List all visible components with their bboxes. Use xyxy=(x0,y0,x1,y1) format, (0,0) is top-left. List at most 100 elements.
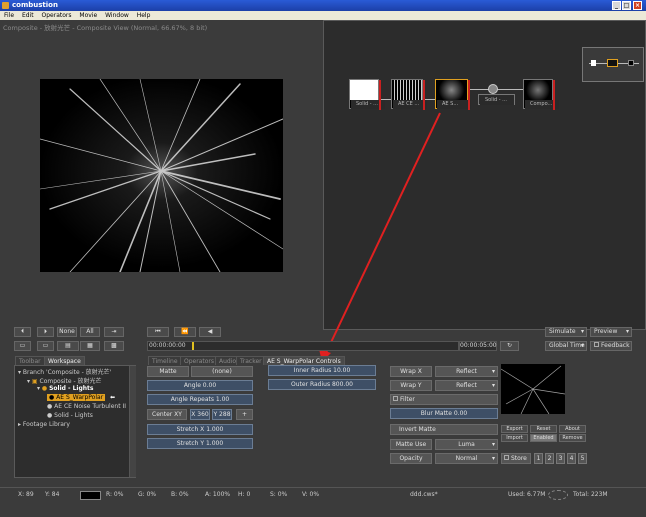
preview-dropdown[interactable]: Preview xyxy=(590,327,632,337)
play-back-button[interactable]: ◀ xyxy=(199,327,221,337)
wrap-y-dropdown[interactable]: Reflect xyxy=(435,380,498,391)
node-ae-s-warppolar[interactable]: AE S... xyxy=(435,79,471,110)
window-title: combustion xyxy=(12,1,58,9)
status-v: V: 0% xyxy=(302,491,320,498)
tree-branch[interactable]: ▾ Branch 'Composite - 放射光芒' xyxy=(18,367,111,376)
view2-button[interactable]: ▭ xyxy=(37,341,54,351)
view-button[interactable]: ▭ xyxy=(14,341,31,351)
close-button[interactable]: × xyxy=(633,1,642,10)
angle-repeats-field[interactable]: Angle Repeats 1.00 xyxy=(147,394,253,405)
export-button[interactable]: Export xyxy=(501,425,528,433)
playhead[interactable] xyxy=(192,342,194,350)
node-solid[interactable]: Solid - ... xyxy=(349,79,385,110)
menu-edit[interactable]: Edit xyxy=(22,12,34,19)
angle-field[interactable]: Angle 0.00 xyxy=(147,380,253,391)
stretch-x-field[interactable]: Stretch X 1.000 xyxy=(147,424,253,435)
store-slot-3[interactable]: 3 xyxy=(556,453,565,464)
tab-tracker[interactable]: Tracker xyxy=(236,356,266,365)
end-time-field[interactable]: 00:00:05:00 xyxy=(459,341,497,351)
tab-operators[interactable]: Operators xyxy=(180,356,218,365)
expand-icon[interactable]: ⇥ xyxy=(104,327,124,337)
status-a: A: 100% xyxy=(205,491,231,498)
opacity-dropdown[interactable]: Normal xyxy=(435,453,498,464)
timeline-ruler[interactable]: 00:00:00:00 xyxy=(147,341,459,351)
node-solid-2[interactable]: Solid - ... xyxy=(478,94,515,105)
status-used: Used: 6.77M xyxy=(508,491,546,498)
layout-button[interactable]: ▤ xyxy=(57,341,79,351)
workspace-tree[interactable]: ▾ Branch 'Composite - 放射光芒' ▾ ▣ Composit… xyxy=(14,365,136,478)
selected-arrow-icon: ⬅ xyxy=(110,394,116,401)
menu-file[interactable]: File xyxy=(4,12,14,19)
first-frame-button[interactable]: ⏮ xyxy=(147,327,169,337)
maximize-button[interactable]: □ xyxy=(622,1,631,10)
tree-footage[interactable]: ▸ Footage Library xyxy=(18,421,70,428)
feedback-checkbox[interactable]: Feedback xyxy=(590,341,632,351)
store-slot-5[interactable]: 5 xyxy=(578,453,587,464)
about-button[interactable]: About xyxy=(559,425,586,433)
stretch-y-field[interactable]: Stretch Y 1.000 xyxy=(147,438,253,449)
matte-label: Matte xyxy=(147,366,189,377)
global-time-dropdown[interactable]: Global Time xyxy=(545,341,587,351)
center-xy-label: Center XY xyxy=(147,409,187,420)
opacity-label: Opacity xyxy=(390,453,432,464)
schematic-view[interactable]: Solid - ... AE CE ... AE S... Solid - ..… xyxy=(323,20,646,330)
tab-timeline[interactable]: Timeline xyxy=(148,356,182,365)
store-slot-4[interactable]: 4 xyxy=(567,453,576,464)
select-none-button[interactable]: None xyxy=(57,327,77,337)
loop-button[interactable]: ↻ xyxy=(500,341,519,351)
remove-button[interactable]: Remove xyxy=(559,434,586,442)
tree-composite[interactable]: ▾ ▣ Composite - 放射光芒 xyxy=(27,376,102,385)
window-title-bar: combustion _ □ × xyxy=(0,0,646,11)
menu-window[interactable]: Window xyxy=(105,12,129,19)
simulate-dropdown[interactable]: Simulate xyxy=(545,327,587,337)
tab-toolbar[interactable]: Toolbar xyxy=(15,356,45,365)
outer-radius-field[interactable]: Outer Radius 800.00 xyxy=(268,379,376,390)
enabled-button[interactable]: Enabled xyxy=(530,434,557,442)
wrap-y-label: Wrap Y xyxy=(390,380,432,391)
minimize-button[interactable]: _ xyxy=(612,1,621,10)
tree-solid-lights[interactable]: ▾ ● Solid - Lights xyxy=(37,385,94,392)
matte-selector[interactable]: (none) xyxy=(191,366,253,377)
blur-matte-field[interactable]: Blur Matte 0.00 xyxy=(390,408,498,419)
step-back-button[interactable]: ⏪ xyxy=(174,327,196,337)
status-bar: X: 89 Y: 84 R: 0% G: 0% B: 0% A: 100% H:… xyxy=(0,487,646,501)
node-composite[interactable]: Compo... xyxy=(523,79,559,110)
inner-radius-field[interactable]: Inner Radius 10.00 xyxy=(268,365,376,376)
wrap-x-label: Wrap X xyxy=(390,366,432,377)
menu-operators[interactable]: Operators xyxy=(42,12,72,19)
invert-matte-toggle[interactable]: Invert Matte xyxy=(390,424,498,435)
select-all-button[interactable]: All xyxy=(80,327,100,337)
prev-button[interactable]: ⏴ xyxy=(14,327,31,337)
filter-checkbox[interactable]: Filter xyxy=(390,394,498,405)
reset-button[interactable]: Reset xyxy=(530,425,557,433)
tree-solid-lights-2[interactable]: ● Solid - Lights xyxy=(47,412,93,419)
tree-noise[interactable]: ● AE CE Noise Turbulent II xyxy=(47,403,126,410)
store-checkbox[interactable]: Store xyxy=(501,453,531,464)
layout2-button[interactable]: ▦ xyxy=(80,341,100,351)
status-y: Y: 84 xyxy=(45,491,60,498)
node-ae-ce[interactable]: AE CE ... xyxy=(391,79,427,110)
matte-use-dropdown[interactable]: Luma xyxy=(435,439,498,450)
import-button[interactable]: Import xyxy=(501,434,528,442)
center-y-field[interactable]: Y 288 xyxy=(212,409,232,420)
center-x-field[interactable]: X 360 xyxy=(190,409,210,420)
matte-use-label: Matte Use xyxy=(390,439,432,450)
wrap-x-dropdown[interactable]: Reflect xyxy=(435,366,498,377)
menu-movie[interactable]: Movie xyxy=(79,12,97,19)
schematic-minimap[interactable] xyxy=(582,47,644,82)
status-total: Total: 223M xyxy=(573,491,608,498)
next-button[interactable]: ⏵ xyxy=(37,327,54,337)
tree-warppolar[interactable]: ● AE S_WarpPolar xyxy=(47,394,106,401)
tab-controls[interactable]: AE S_WarpPolar Controls xyxy=(263,356,345,365)
junction-node[interactable] xyxy=(488,84,498,94)
tree-scrollbar[interactable] xyxy=(129,366,136,477)
layout3-button[interactable]: ▩ xyxy=(104,341,124,351)
status-h: H: 0 xyxy=(238,491,251,498)
composite-viewer[interactable] xyxy=(40,79,283,272)
tab-workspace[interactable]: Workspace xyxy=(44,356,85,365)
menu-help[interactable]: Help xyxy=(137,12,151,19)
app-icon xyxy=(2,2,9,9)
crosshair-icon[interactable]: + xyxy=(236,409,253,420)
store-slot-1[interactable]: 1 xyxy=(534,453,543,464)
store-slot-2[interactable]: 2 xyxy=(545,453,554,464)
